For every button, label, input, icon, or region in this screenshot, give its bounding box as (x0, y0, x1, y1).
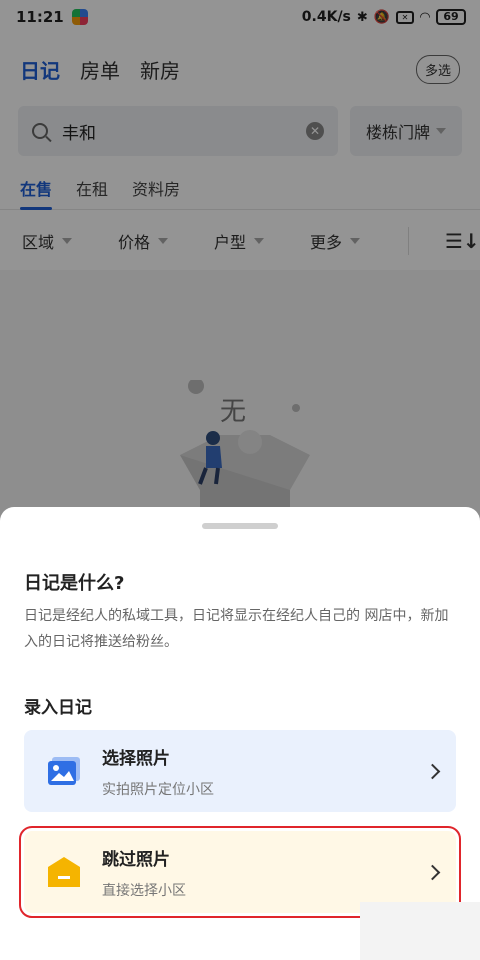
sheet-title: 日记是什么? (24, 573, 125, 594)
sheet-description: 日记是经纪人的私域工具，日记将显示在经纪人自己的 网店中，新加入的日记将推送给粉… (24, 608, 449, 650)
skip-photo-button[interactable]: 跳过照片 直接选择小区 (19, 826, 461, 918)
select-photo-subtitle: 实拍照片定位小区 (102, 781, 214, 798)
photo-icon (48, 757, 80, 785)
drag-handle[interactable] (202, 523, 278, 529)
diary-bottom-sheet: 日记是什么? 日记是经纪人的私域工具，日记将显示在经纪人自己的 网店中，新加入的… (0, 507, 480, 960)
select-photo-button[interactable]: 选择照片 实拍照片定位小区 (24, 730, 456, 812)
chevron-right-icon (424, 864, 441, 880)
house-icon (48, 857, 80, 887)
select-photo-title: 选择照片 (102, 748, 170, 769)
watermark-corner (360, 902, 480, 960)
skip-photo-title: 跳过照片 (102, 849, 170, 870)
skip-photo-subtitle: 直接选择小区 (102, 882, 186, 899)
chevron-right-icon (424, 763, 441, 779)
section-title: 录入日记 (24, 698, 92, 718)
